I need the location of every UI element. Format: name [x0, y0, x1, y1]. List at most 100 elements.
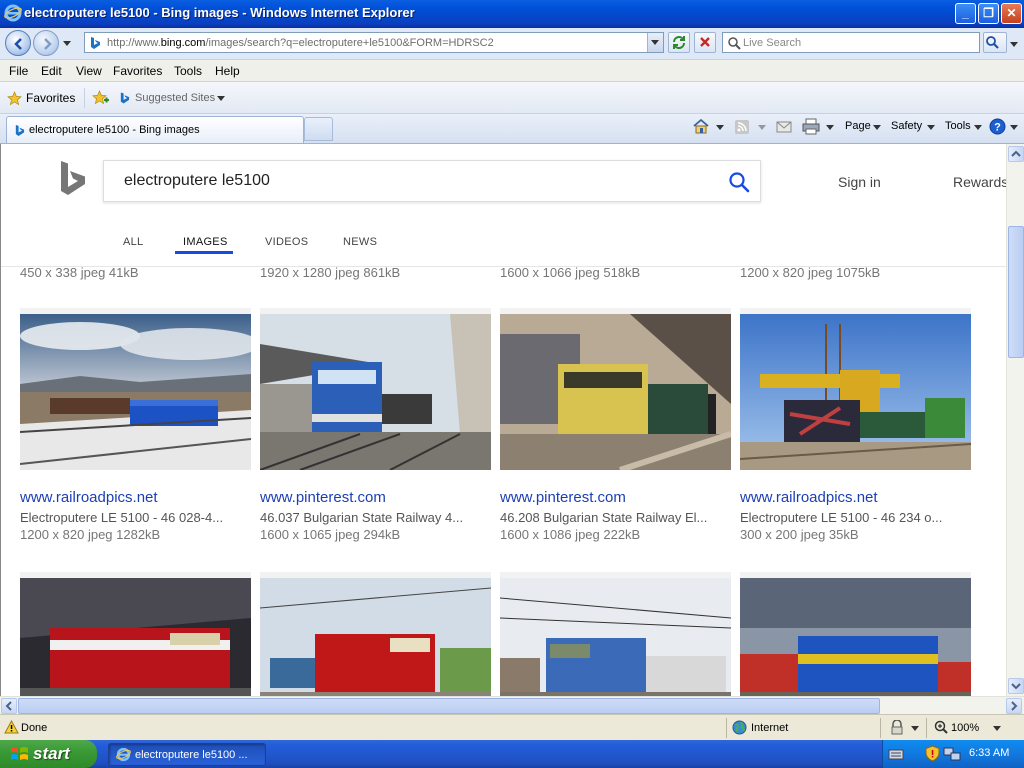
suggested-sites-dropdown-icon[interactable]	[217, 96, 225, 101]
tab-label: electroputere le5100 - Bing images	[29, 124, 200, 136]
menu-help[interactable]: Help	[215, 64, 240, 78]
keyboard-icon[interactable]	[888, 747, 904, 761]
result-size: 300 x 200 jpeg 35kB	[740, 527, 859, 542]
refresh-button[interactable]	[668, 32, 690, 53]
result-source-link[interactable]: www.pinterest.com	[260, 489, 386, 506]
image-meta: 1200 x 820 jpeg 1075kB	[740, 265, 881, 280]
stop-button[interactable]	[694, 32, 716, 53]
menu-tools[interactable]: Tools	[174, 64, 202, 78]
history-dropdown-icon[interactable]	[63, 41, 71, 46]
search-placeholder: Live Search	[743, 37, 802, 49]
home-dropdown-icon[interactable]	[716, 125, 724, 130]
result-size: 1200 x 820 jpeg 1282kB	[20, 527, 161, 542]
read-mail-icon[interactable]	[776, 119, 792, 134]
favorites-bar: Favorites Suggested Sites	[0, 82, 1024, 114]
window-title: electroputere le5100 - Bing images - Win…	[24, 5, 415, 20]
menu-favorites[interactable]: Favorites	[113, 64, 162, 78]
minimize-button[interactable]: _	[955, 3, 976, 24]
title-bar: electroputere le5100 - Bing images - Win…	[0, 0, 1024, 28]
image-result-thumbnail[interactable]	[260, 572, 491, 696]
maximize-button[interactable]: ❐	[978, 3, 999, 24]
bing-search-query[interactable]: electroputere le5100	[124, 172, 270, 190]
forward-arrow-icon	[44, 38, 52, 50]
image-result-thumbnail[interactable]	[500, 572, 731, 696]
forward-button[interactable]	[33, 30, 59, 56]
vertical-scrollbar[interactable]	[1006, 144, 1024, 696]
sign-in-link[interactable]: Sign in	[838, 174, 881, 190]
image-result-thumbnail[interactable]	[20, 308, 251, 470]
taskbar-item-label: electroputere le5100 ...	[135, 749, 248, 761]
help-icon[interactable]: ?	[989, 118, 1006, 135]
new-tab-button[interactable]	[304, 117, 333, 141]
windows-logo-icon	[11, 747, 28, 760]
status-text: Done	[21, 722, 48, 734]
tab-images[interactable]: IMAGES	[183, 236, 228, 248]
close-button[interactable]: ✕	[1001, 3, 1022, 24]
zoom-level[interactable]: 100%	[951, 722, 979, 734]
tools-menu[interactable]: Tools	[945, 120, 971, 132]
help-dropdown-icon[interactable]	[1010, 125, 1018, 130]
result-title[interactable]: 46.208 Bulgarian State Railway El...	[500, 510, 731, 525]
bing-logo-icon[interactable]	[59, 160, 87, 198]
print-icon[interactable]	[802, 118, 820, 135]
live-search-input[interactable]: Live Search	[722, 32, 980, 53]
safety-menu[interactable]: Safety	[891, 120, 922, 132]
suggested-sites-button[interactable]: Suggested Sites	[135, 92, 215, 104]
tab-news[interactable]: NEWS	[343, 236, 377, 248]
rewards-link[interactable]: Rewards	[953, 174, 1008, 190]
result-title[interactable]: Electroputere LE 5100 - 46 234 o...	[740, 510, 971, 525]
train-photo	[740, 314, 971, 470]
search-options-dropdown-icon[interactable]	[1010, 42, 1018, 47]
horizontal-scrollbar[interactable]	[0, 696, 1024, 714]
image-result-thumbnail[interactable]	[260, 308, 491, 470]
train-photo	[500, 314, 731, 470]
home-icon[interactable]	[692, 118, 710, 135]
active-tab-indicator	[175, 251, 233, 254]
result-title[interactable]: Electroputere LE 5100 - 46 028-4...	[20, 510, 251, 525]
result-title[interactable]: 46.037 Bulgarian State Railway 4...	[260, 510, 491, 525]
status-bar: Done Internet 100%	[0, 714, 1024, 740]
result-source-link[interactable]: www.railroadpics.net	[740, 489, 878, 506]
address-field[interactable]: http://www.bing.com/images/search?q=elec…	[84, 32, 664, 53]
scroll-down-button[interactable]	[1008, 678, 1024, 694]
menu-edit[interactable]: Edit	[41, 64, 62, 78]
image-result-thumbnail[interactable]	[740, 572, 971, 696]
feeds-icon[interactable]	[734, 119, 750, 135]
search-go-button[interactable]	[983, 32, 1007, 53]
search-icon[interactable]	[728, 171, 750, 193]
result-source-link[interactable]: www.pinterest.com	[500, 489, 626, 506]
tab-bing-images[interactable]: electroputere le5100 - Bing images	[6, 116, 304, 143]
feeds-dropdown-icon[interactable]	[758, 125, 766, 130]
tools-dropdown-icon	[974, 125, 982, 130]
start-button[interactable]: start	[0, 740, 97, 768]
favorites-button[interactable]: Favorites	[26, 91, 75, 105]
zoom-dropdown-icon[interactable]	[993, 726, 1001, 731]
tab-all[interactable]: ALL	[123, 236, 143, 248]
print-dropdown-icon[interactable]	[826, 125, 834, 130]
menu-view[interactable]: View	[76, 64, 102, 78]
add-favorite-icon[interactable]	[92, 90, 109, 106]
scroll-left-button[interactable]	[1, 698, 17, 714]
scroll-up-button[interactable]	[1008, 146, 1024, 162]
image-result-thumbnail[interactable]	[500, 308, 731, 470]
result-size: 1600 x 1086 jpeg 222kB	[500, 527, 641, 542]
clock[interactable]: 6:33 AM	[969, 747, 1009, 759]
vertical-scroll-thumb[interactable]	[1008, 226, 1024, 358]
network-icon[interactable]	[943, 746, 961, 762]
image-result-thumbnail[interactable]	[740, 308, 971, 470]
security-shield-icon[interactable]	[925, 745, 940, 762]
back-button[interactable]	[5, 30, 31, 56]
bing-search-box[interactable]: electroputere le5100	[103, 160, 761, 202]
image-result-thumbnail[interactable]	[20, 572, 251, 696]
scroll-right-button[interactable]	[1006, 698, 1022, 714]
result-source-link[interactable]: www.railroadpics.net	[20, 489, 158, 506]
taskbar-item-internet-explorer[interactable]: electroputere le5100 ...	[108, 743, 266, 766]
protected-mode-dropdown-icon[interactable]	[911, 726, 919, 731]
tab-videos[interactable]: VIDEOS	[265, 236, 308, 248]
address-dropdown-button[interactable]	[647, 33, 663, 52]
page-menu[interactable]: Page	[845, 120, 871, 132]
horizontal-scroll-thumb[interactable]	[18, 698, 880, 714]
protected-mode-icon[interactable]	[890, 720, 904, 735]
menu-file[interactable]: File	[9, 64, 28, 78]
zoom-icon[interactable]	[934, 720, 948, 734]
